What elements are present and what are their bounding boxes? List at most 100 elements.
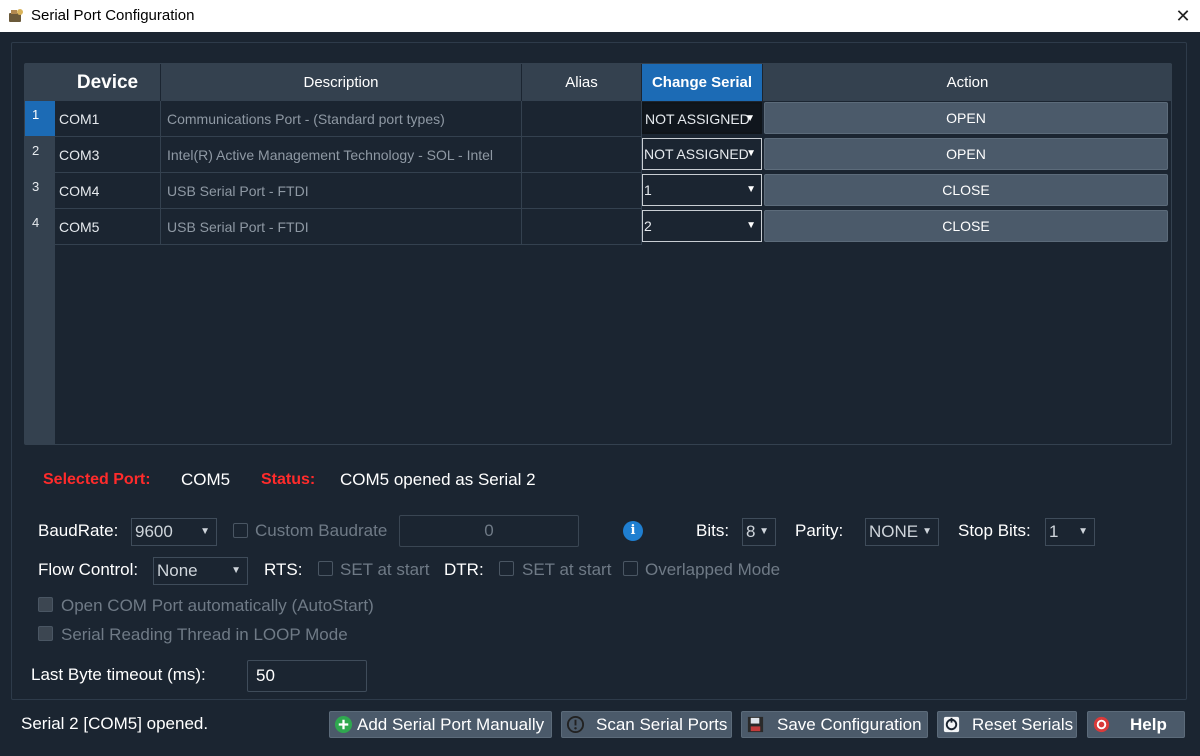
stop-bits-select[interactable]: 1 ▼ bbox=[1045, 518, 1095, 546]
baudrate-label: BaudRate: bbox=[38, 521, 119, 540]
status-message: Serial 2 [COM5] opened. bbox=[21, 714, 209, 733]
change-serial-value: NOT ASSIGNED bbox=[645, 111, 750, 127]
selected-port-label: Selected Port: bbox=[43, 471, 151, 488]
chevron-down-icon: ▼ bbox=[746, 220, 756, 231]
loop-mode-label: Serial Reading Thread in LOOP Mode bbox=[61, 625, 348, 644]
parity-select[interactable]: NONE ▼ bbox=[865, 518, 939, 546]
scan-serial-ports-label: Scan Serial Ports bbox=[596, 715, 728, 734]
alias-cell[interactable] bbox=[522, 101, 642, 137]
rts-set-at-start-label: SET at start bbox=[340, 560, 430, 579]
loop-mode-checkbox[interactable] bbox=[38, 626, 53, 641]
flow-control-select[interactable]: None ▼ bbox=[153, 557, 248, 585]
autostart-label: Open COM Port automatically (AutoStart) bbox=[61, 596, 374, 615]
row-number[interactable]: 4 bbox=[25, 209, 55, 244]
chevron-down-icon: ▼ bbox=[746, 148, 756, 159]
description-cell[interactable]: USB Serial Port - FTDI bbox=[161, 209, 522, 245]
device-cell[interactable]: COM4 bbox=[55, 173, 161, 209]
reset-serials-button[interactable]: Reset Serials bbox=[937, 711, 1077, 738]
chevron-down-icon: ▼ bbox=[200, 526, 210, 537]
help-label: Help bbox=[1130, 715, 1167, 734]
dtr-checkbox[interactable] bbox=[499, 561, 514, 576]
info-icon[interactable]: i bbox=[623, 521, 643, 541]
change-serial-value: 2 bbox=[644, 218, 652, 234]
autostart-checkbox[interactable] bbox=[38, 597, 53, 612]
device-cell[interactable]: COM3 bbox=[55, 137, 161, 173]
chevron-down-icon: ▼ bbox=[745, 113, 755, 124]
description-cell[interactable]: Communications Port - (Standard port typ… bbox=[161, 101, 522, 137]
add-serial-port-button[interactable]: Add Serial Port Manually bbox=[329, 711, 552, 738]
change-serial-select[interactable]: NOT ASSIGNED ▼ bbox=[642, 138, 762, 170]
change-serial-select[interactable]: 1 ▼ bbox=[642, 174, 762, 206]
timeout-input[interactable]: 50 bbox=[247, 660, 367, 692]
save-configuration-label: Save Configuration bbox=[777, 715, 922, 734]
selected-port-value: COM5 bbox=[181, 470, 231, 489]
baudrate-select[interactable]: 9600 ▼ bbox=[131, 518, 217, 546]
device-cell[interactable]: COM5 bbox=[55, 209, 161, 245]
open-button[interactable]: OPEN bbox=[764, 138, 1168, 170]
header-description[interactable]: Description bbox=[161, 64, 522, 101]
add-icon bbox=[334, 715, 353, 734]
baudrate-value: 9600 bbox=[135, 522, 173, 541]
row-number[interactable]: 1 bbox=[25, 101, 55, 136]
alias-cell[interactable] bbox=[522, 209, 642, 245]
title-bar: Serial Port Configuration ✕ bbox=[0, 0, 1200, 32]
bits-select[interactable]: 8 ▼ bbox=[742, 518, 776, 546]
change-serial-value: 1 bbox=[644, 182, 652, 198]
scan-icon bbox=[566, 715, 585, 734]
status-value: COM5 opened as Serial 2 bbox=[340, 470, 536, 489]
custom-baudrate-input[interactable]: 0 bbox=[399, 515, 579, 547]
description-cell[interactable]: Intel(R) Active Management Technology - … bbox=[161, 137, 522, 173]
header-alias[interactable]: Alias bbox=[522, 64, 642, 101]
open-button[interactable]: OPEN bbox=[764, 102, 1168, 134]
scan-serial-ports-button[interactable]: Scan Serial Ports bbox=[561, 711, 732, 738]
description-cell[interactable]: USB Serial Port - FTDI bbox=[161, 173, 522, 209]
header-action[interactable]: Action bbox=[763, 64, 1172, 101]
overlapped-mode-checkbox[interactable] bbox=[623, 561, 638, 576]
change-serial-select[interactable]: NOT ASSIGNED ▼ bbox=[642, 102, 762, 134]
stop-bits-label: Stop Bits: bbox=[958, 521, 1031, 540]
close-icon[interactable]: ✕ bbox=[1170, 3, 1196, 29]
timeout-label: Last Byte timeout (ms): bbox=[31, 665, 206, 684]
stop-bits-value: 1 bbox=[1049, 522, 1059, 541]
alias-cell[interactable] bbox=[522, 137, 642, 173]
bits-label: Bits: bbox=[696, 521, 730, 540]
reset-serials-label: Reset Serials bbox=[972, 715, 1074, 734]
chevron-down-icon: ▼ bbox=[922, 526, 932, 537]
window-title: Serial Port Configuration bbox=[31, 7, 195, 24]
alias-cell[interactable] bbox=[522, 173, 642, 209]
close-button[interactable]: CLOSE bbox=[764, 174, 1168, 206]
change-serial-select[interactable]: 2 ▼ bbox=[642, 210, 762, 242]
table-corner bbox=[25, 64, 55, 101]
row-number[interactable]: 2 bbox=[25, 137, 55, 172]
reset-icon bbox=[943, 716, 960, 733]
dtr-label: DTR: bbox=[444, 560, 484, 579]
app-icon bbox=[9, 9, 23, 22]
chevron-down-icon: ▼ bbox=[231, 565, 241, 576]
help-button[interactable]: Help bbox=[1087, 711, 1185, 738]
add-serial-port-label: Add Serial Port Manually bbox=[357, 715, 545, 734]
flow-control-label: Flow Control: bbox=[38, 560, 139, 579]
parity-label: Parity: bbox=[795, 521, 844, 540]
header-device[interactable]: Device bbox=[55, 64, 161, 101]
chevron-down-icon: ▼ bbox=[1078, 526, 1088, 537]
close-button[interactable]: CLOSE bbox=[764, 210, 1168, 242]
row-number[interactable]: 3 bbox=[25, 173, 55, 208]
dtr-set-at-start-label: SET at start bbox=[522, 560, 612, 579]
bits-value: 8 bbox=[746, 522, 756, 541]
serial-port-table: Device Description Alias Change Serial A… bbox=[24, 63, 1172, 445]
change-serial-value: NOT ASSIGNED bbox=[644, 146, 749, 162]
parity-value: NONE bbox=[869, 522, 919, 541]
save-icon bbox=[747, 716, 764, 733]
chevron-down-icon: ▼ bbox=[759, 526, 769, 537]
status-label: Status: bbox=[261, 471, 316, 488]
help-icon bbox=[1093, 716, 1110, 733]
custom-baudrate-checkbox[interactable] bbox=[233, 523, 248, 538]
save-configuration-button[interactable]: Save Configuration bbox=[741, 711, 928, 738]
rts-label: RTS: bbox=[264, 560, 303, 579]
overlapped-mode-label: Overlapped Mode bbox=[645, 560, 781, 579]
chevron-down-icon: ▼ bbox=[746, 184, 756, 195]
rts-checkbox[interactable] bbox=[318, 561, 333, 576]
header-change-serial[interactable]: Change Serial bbox=[642, 64, 763, 101]
device-cell[interactable]: COM1 bbox=[55, 101, 161, 137]
flow-control-value: None bbox=[157, 561, 198, 580]
